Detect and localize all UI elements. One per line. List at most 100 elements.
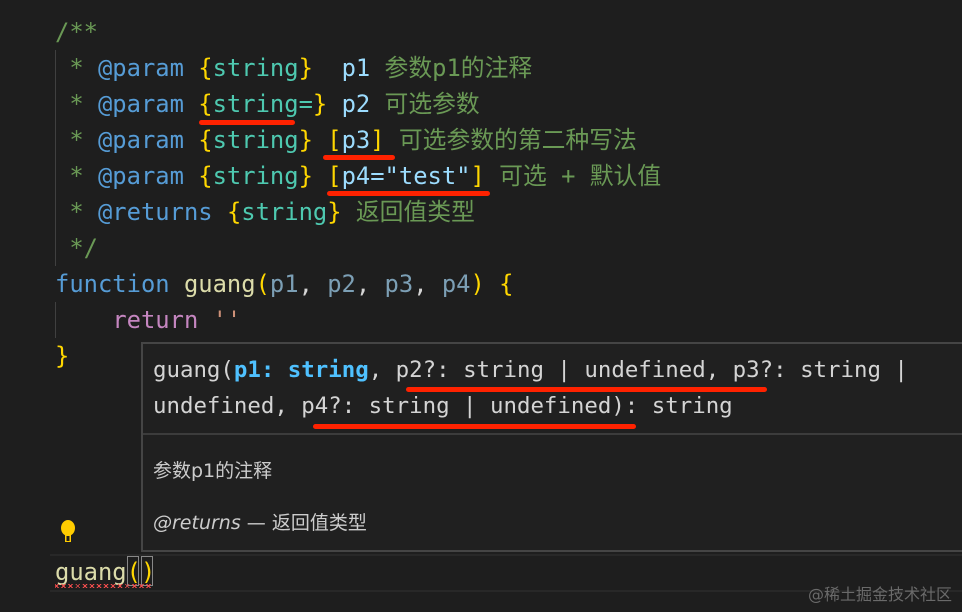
code-token: guang bbox=[183, 270, 256, 298]
sig-function-name: guang( bbox=[153, 357, 234, 383]
divider bbox=[143, 433, 962, 435]
code-line[interactable]: function guang(p1, p2, p3, p4) { bbox=[55, 266, 514, 302]
code-token: { bbox=[198, 126, 213, 154]
code-token: { bbox=[499, 270, 514, 298]
code-token: ] bbox=[470, 162, 485, 190]
watermark: @稀土掘金技术社区 bbox=[807, 585, 952, 604]
code-token: { bbox=[226, 198, 242, 226]
code-token: , bbox=[298, 270, 328, 298]
code-token: * bbox=[55, 54, 98, 82]
code-token: string bbox=[212, 126, 299, 154]
code-token: p2 bbox=[341, 90, 371, 118]
code-token: string bbox=[212, 162, 299, 190]
code-line[interactable]: */ bbox=[55, 230, 98, 266]
code-token: return bbox=[112, 306, 199, 334]
bracket-match bbox=[127, 556, 139, 586]
code-token: * bbox=[55, 126, 98, 154]
code-token: p2 bbox=[327, 270, 356, 298]
code-token: p4 bbox=[441, 270, 471, 298]
bracket-match bbox=[141, 556, 153, 586]
code-token: p1 bbox=[341, 54, 371, 82]
code-token: 可选参数的第二种写法 bbox=[384, 126, 637, 154]
code-token: } bbox=[312, 90, 328, 118]
code-token: ( bbox=[255, 270, 270, 298]
code-token: { bbox=[198, 162, 213, 190]
code-token: */ bbox=[55, 234, 98, 262]
code-token: 返回值类型 bbox=[341, 198, 475, 226]
sig-active-param: p1: string bbox=[233, 357, 369, 383]
annotation-underline bbox=[313, 424, 636, 429]
code-token: function bbox=[55, 270, 170, 298]
annotation-underline bbox=[323, 155, 395, 160]
signature-hover-popup: guang(p1: string, p2?: string | undefine… bbox=[141, 342, 962, 552]
code-line[interactable]: return '' bbox=[55, 302, 241, 338]
code-line[interactable]: * @param {string} [p4="test"] 可选 + 默认值 bbox=[55, 158, 661, 194]
code-token: string= bbox=[212, 90, 313, 118]
code-token: p3 bbox=[341, 126, 371, 154]
code-token: @returns bbox=[97, 198, 213, 226]
lightbulb-icon[interactable] bbox=[60, 520, 76, 546]
code-token: [ bbox=[327, 126, 342, 154]
code-token: @param bbox=[97, 54, 184, 82]
code-line[interactable]: /** bbox=[55, 14, 98, 50]
code-token: } bbox=[298, 54, 313, 82]
code-token: { bbox=[198, 90, 213, 118]
code-token: 可选参数 bbox=[370, 90, 480, 118]
code-line[interactable]: * @returns {string} 返回值类型 bbox=[55, 194, 475, 230]
annotation-underline bbox=[199, 120, 295, 125]
code-token: 可选 + 默认值 bbox=[484, 162, 662, 190]
code-line[interactable]: * @param {string=} p2 可选参数 bbox=[55, 86, 480, 122]
code-token: , bbox=[413, 270, 442, 298]
param-doc: 参数p1的注释 bbox=[153, 460, 273, 482]
code-token: * bbox=[55, 162, 98, 190]
code-token: /** bbox=[55, 18, 98, 46]
code-token: p1 bbox=[269, 270, 299, 298]
code-token: ] bbox=[370, 126, 385, 154]
code-token: string bbox=[212, 54, 299, 82]
returns-tag: @returns bbox=[153, 512, 241, 534]
code-token: * bbox=[55, 198, 98, 226]
code-token: } bbox=[298, 126, 313, 154]
returns-text: 返回值类型 bbox=[271, 512, 367, 534]
code-token: } bbox=[298, 162, 313, 190]
code-token: , bbox=[355, 270, 385, 298]
code-token: { bbox=[198, 54, 213, 82]
code-token: [ bbox=[327, 162, 342, 190]
sig-rest: , p2?: string | undefined, p3?: string | bbox=[368, 357, 908, 383]
sig-line2: undefined, p4?: string | undefined): str… bbox=[153, 393, 733, 419]
returns-sep: — bbox=[240, 512, 272, 534]
code-token: p3 bbox=[384, 270, 414, 298]
code-line[interactable]: * @param {string} [p3] 可选参数的第二种写法 bbox=[55, 122, 637, 158]
error-squiggle bbox=[55, 584, 153, 588]
code-token: @param bbox=[97, 126, 184, 154]
returns-doc: @returns — 返回值类型 bbox=[153, 508, 367, 535]
code-line[interactable]: } bbox=[55, 338, 69, 374]
code-token: } bbox=[327, 198, 342, 226]
code-line[interactable]: * @param {string} p1 参数p1的注释 bbox=[55, 50, 532, 86]
code-token: 参数p1的注释 bbox=[370, 54, 533, 82]
code-token: @param bbox=[97, 162, 184, 190]
code-token: @param bbox=[97, 90, 184, 118]
code-token: ) bbox=[470, 270, 485, 298]
code-token: string bbox=[241, 198, 328, 226]
code-token: '' bbox=[212, 306, 242, 334]
code-token: guang bbox=[55, 558, 127, 586]
annotation-underline bbox=[406, 387, 767, 392]
code-token: * bbox=[55, 90, 98, 118]
annotation-underline bbox=[327, 191, 490, 196]
code-token: p4="test" bbox=[341, 162, 471, 190]
code-token: } bbox=[55, 342, 70, 370]
